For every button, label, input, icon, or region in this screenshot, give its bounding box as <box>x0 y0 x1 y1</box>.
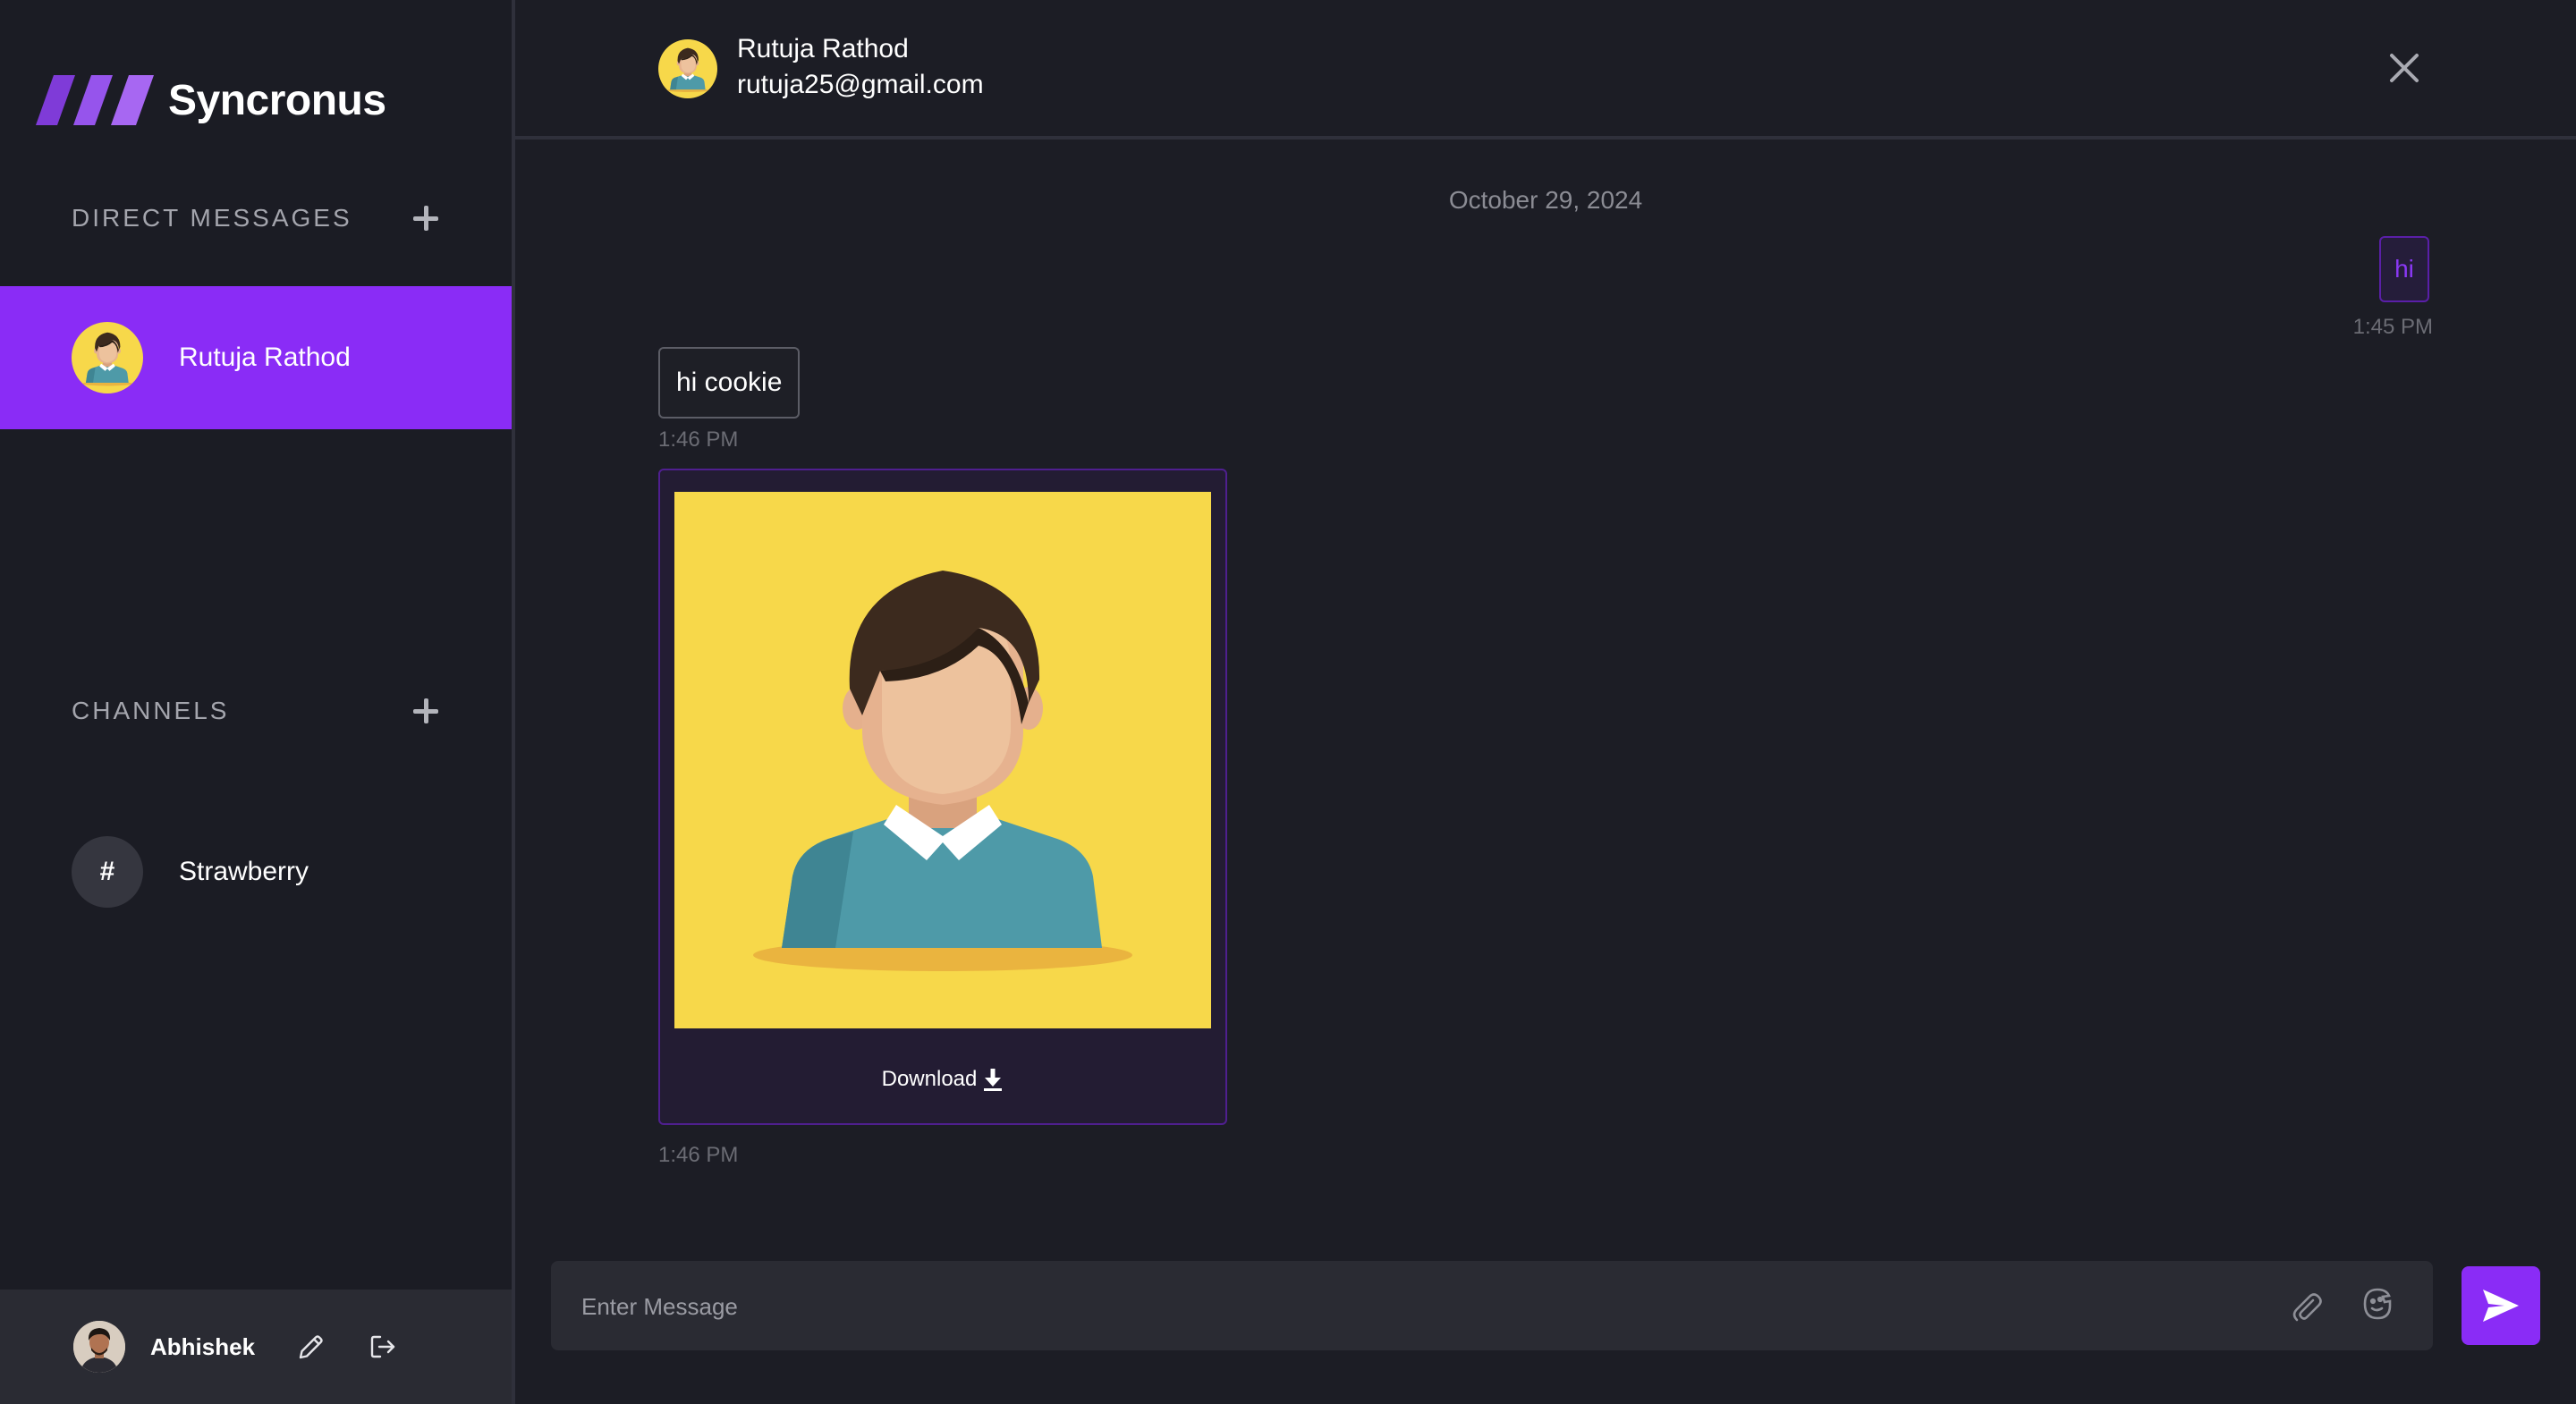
message-timestamp: 1:46 PM <box>658 427 739 452</box>
hash-icon: # <box>72 836 143 908</box>
contact-name: Rutuja Rathod <box>179 343 351 372</box>
logo-mark-icon <box>36 75 154 125</box>
channels-header: CHANNELS <box>72 693 440 729</box>
profile-photo[interactable] <box>73 1321 125 1373</box>
message-timestamp: 1:46 PM <box>658 1143 739 1167</box>
sidebar: Syncronus DIRECT MESSAGES Rutuja Rathod … <box>0 0 515 1404</box>
message-timestamp: 1:45 PM <box>2352 315 2433 339</box>
logout-icon[interactable] <box>365 1329 401 1365</box>
channel-name: Strawberry <box>179 857 309 886</box>
app-logo[interactable]: Syncronus <box>36 75 386 125</box>
app-name: Syncronus <box>168 76 386 124</box>
contact-avatar-icon <box>658 39 717 98</box>
message-input[interactable] <box>580 1261 2283 1352</box>
direct-messages-header: DIRECT MESSAGES <box>72 200 440 236</box>
edit-profile-pencil-icon[interactable] <box>293 1329 329 1365</box>
channel-item-strawberry[interactable]: # Strawberry <box>72 835 309 909</box>
sent-message-bubble: hi <box>2379 236 2429 302</box>
send-button[interactable] <box>2462 1266 2540 1345</box>
contact-item-rutuja-rathod[interactable]: Rutuja Rathod <box>0 286 512 429</box>
chat-header: Rutuja Rathod rutuja25@gmail.com <box>515 0 2576 140</box>
chat-contact-email: rutuja25@gmail.com <box>737 70 984 99</box>
user-avatar-icon <box>72 322 143 393</box>
image-message-card: Download <box>658 469 1227 1125</box>
download-button[interactable]: Download <box>660 1057 1225 1102</box>
direct-messages-title: DIRECT MESSAGES <box>72 204 352 232</box>
chat-contact-name: Rutuja Rathod <box>737 34 909 63</box>
send-icon <box>2483 1290 2519 1322</box>
profile-bar: Abhishek <box>0 1290 512 1404</box>
emoji-icon[interactable] <box>2358 1284 2397 1324</box>
profile-name: Abhishek <box>150 1332 256 1360</box>
download-icon <box>984 1069 1003 1091</box>
channels-title: CHANNELS <box>72 697 230 724</box>
paperclip-icon[interactable] <box>2286 1286 2326 1325</box>
new-channel-plus-icon[interactable] <box>411 697 440 725</box>
download-label: Download <box>881 1067 978 1091</box>
close-chat-icon[interactable] <box>2385 48 2424 88</box>
message-composer <box>551 1261 2433 1352</box>
shared-image[interactable] <box>674 492 1211 1028</box>
date-separator: October 29, 2024 <box>1448 186 1643 214</box>
new-direct-message-plus-icon[interactable] <box>411 204 440 233</box>
received-message-bubble: hi cookie <box>658 347 801 419</box>
